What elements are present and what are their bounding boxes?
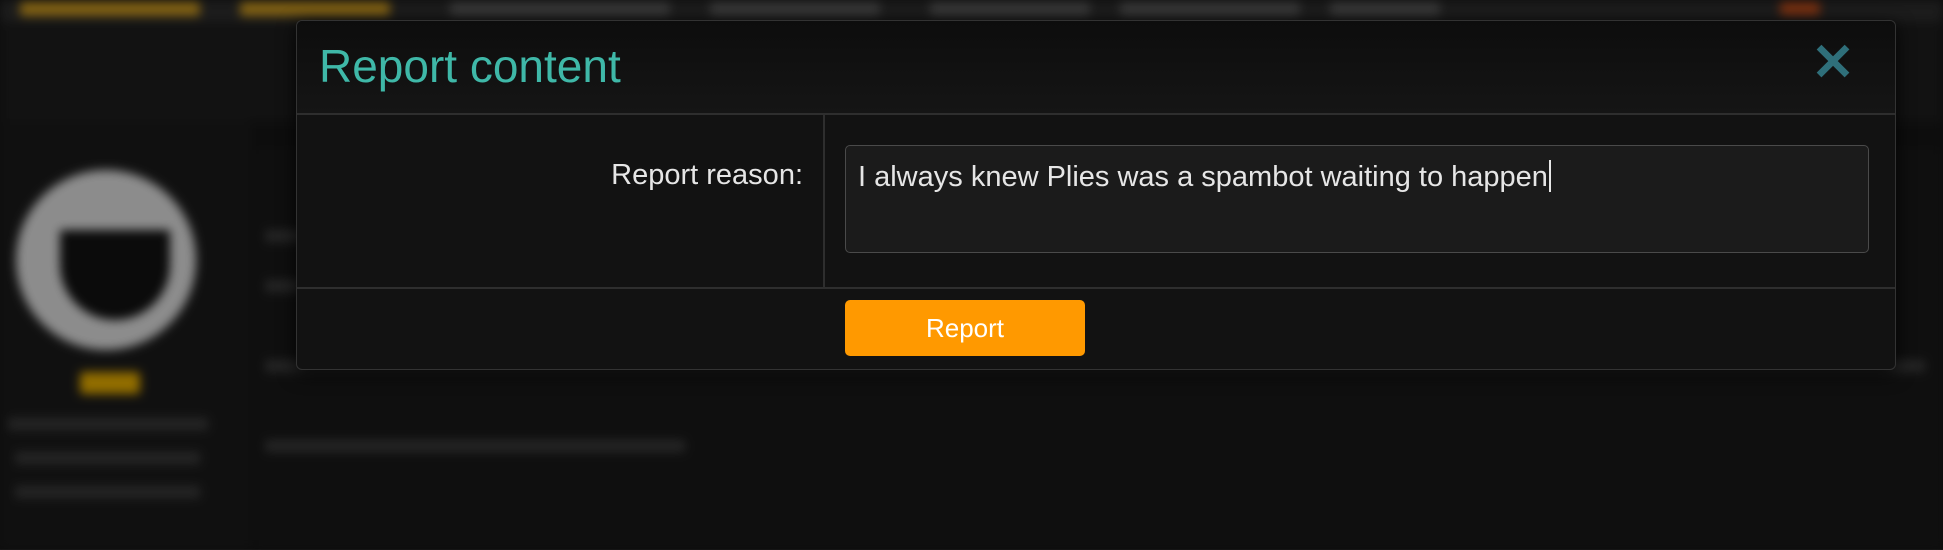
close-button[interactable]: ✕ xyxy=(1811,37,1855,89)
report-reason-row: Report reason: I always knew Plies was a… xyxy=(297,115,1895,289)
report-dialog: Report content ✕ Report reason: I always… xyxy=(296,20,1896,370)
text-caret xyxy=(1548,160,1551,192)
dialog-title: Report content xyxy=(319,40,621,92)
close-icon: ✕ xyxy=(1811,34,1855,92)
dialog-header: Report content ✕ xyxy=(297,21,1895,115)
report-reason-text: I always knew Plies was a spambot waitin… xyxy=(858,161,1548,193)
report-reason-label: Report reason: xyxy=(611,159,803,191)
report-button[interactable]: Report xyxy=(845,300,1085,356)
report-reason-input[interactable]: I always knew Plies was a spambot waitin… xyxy=(845,145,1869,253)
label-cell: Report reason: xyxy=(297,115,825,287)
